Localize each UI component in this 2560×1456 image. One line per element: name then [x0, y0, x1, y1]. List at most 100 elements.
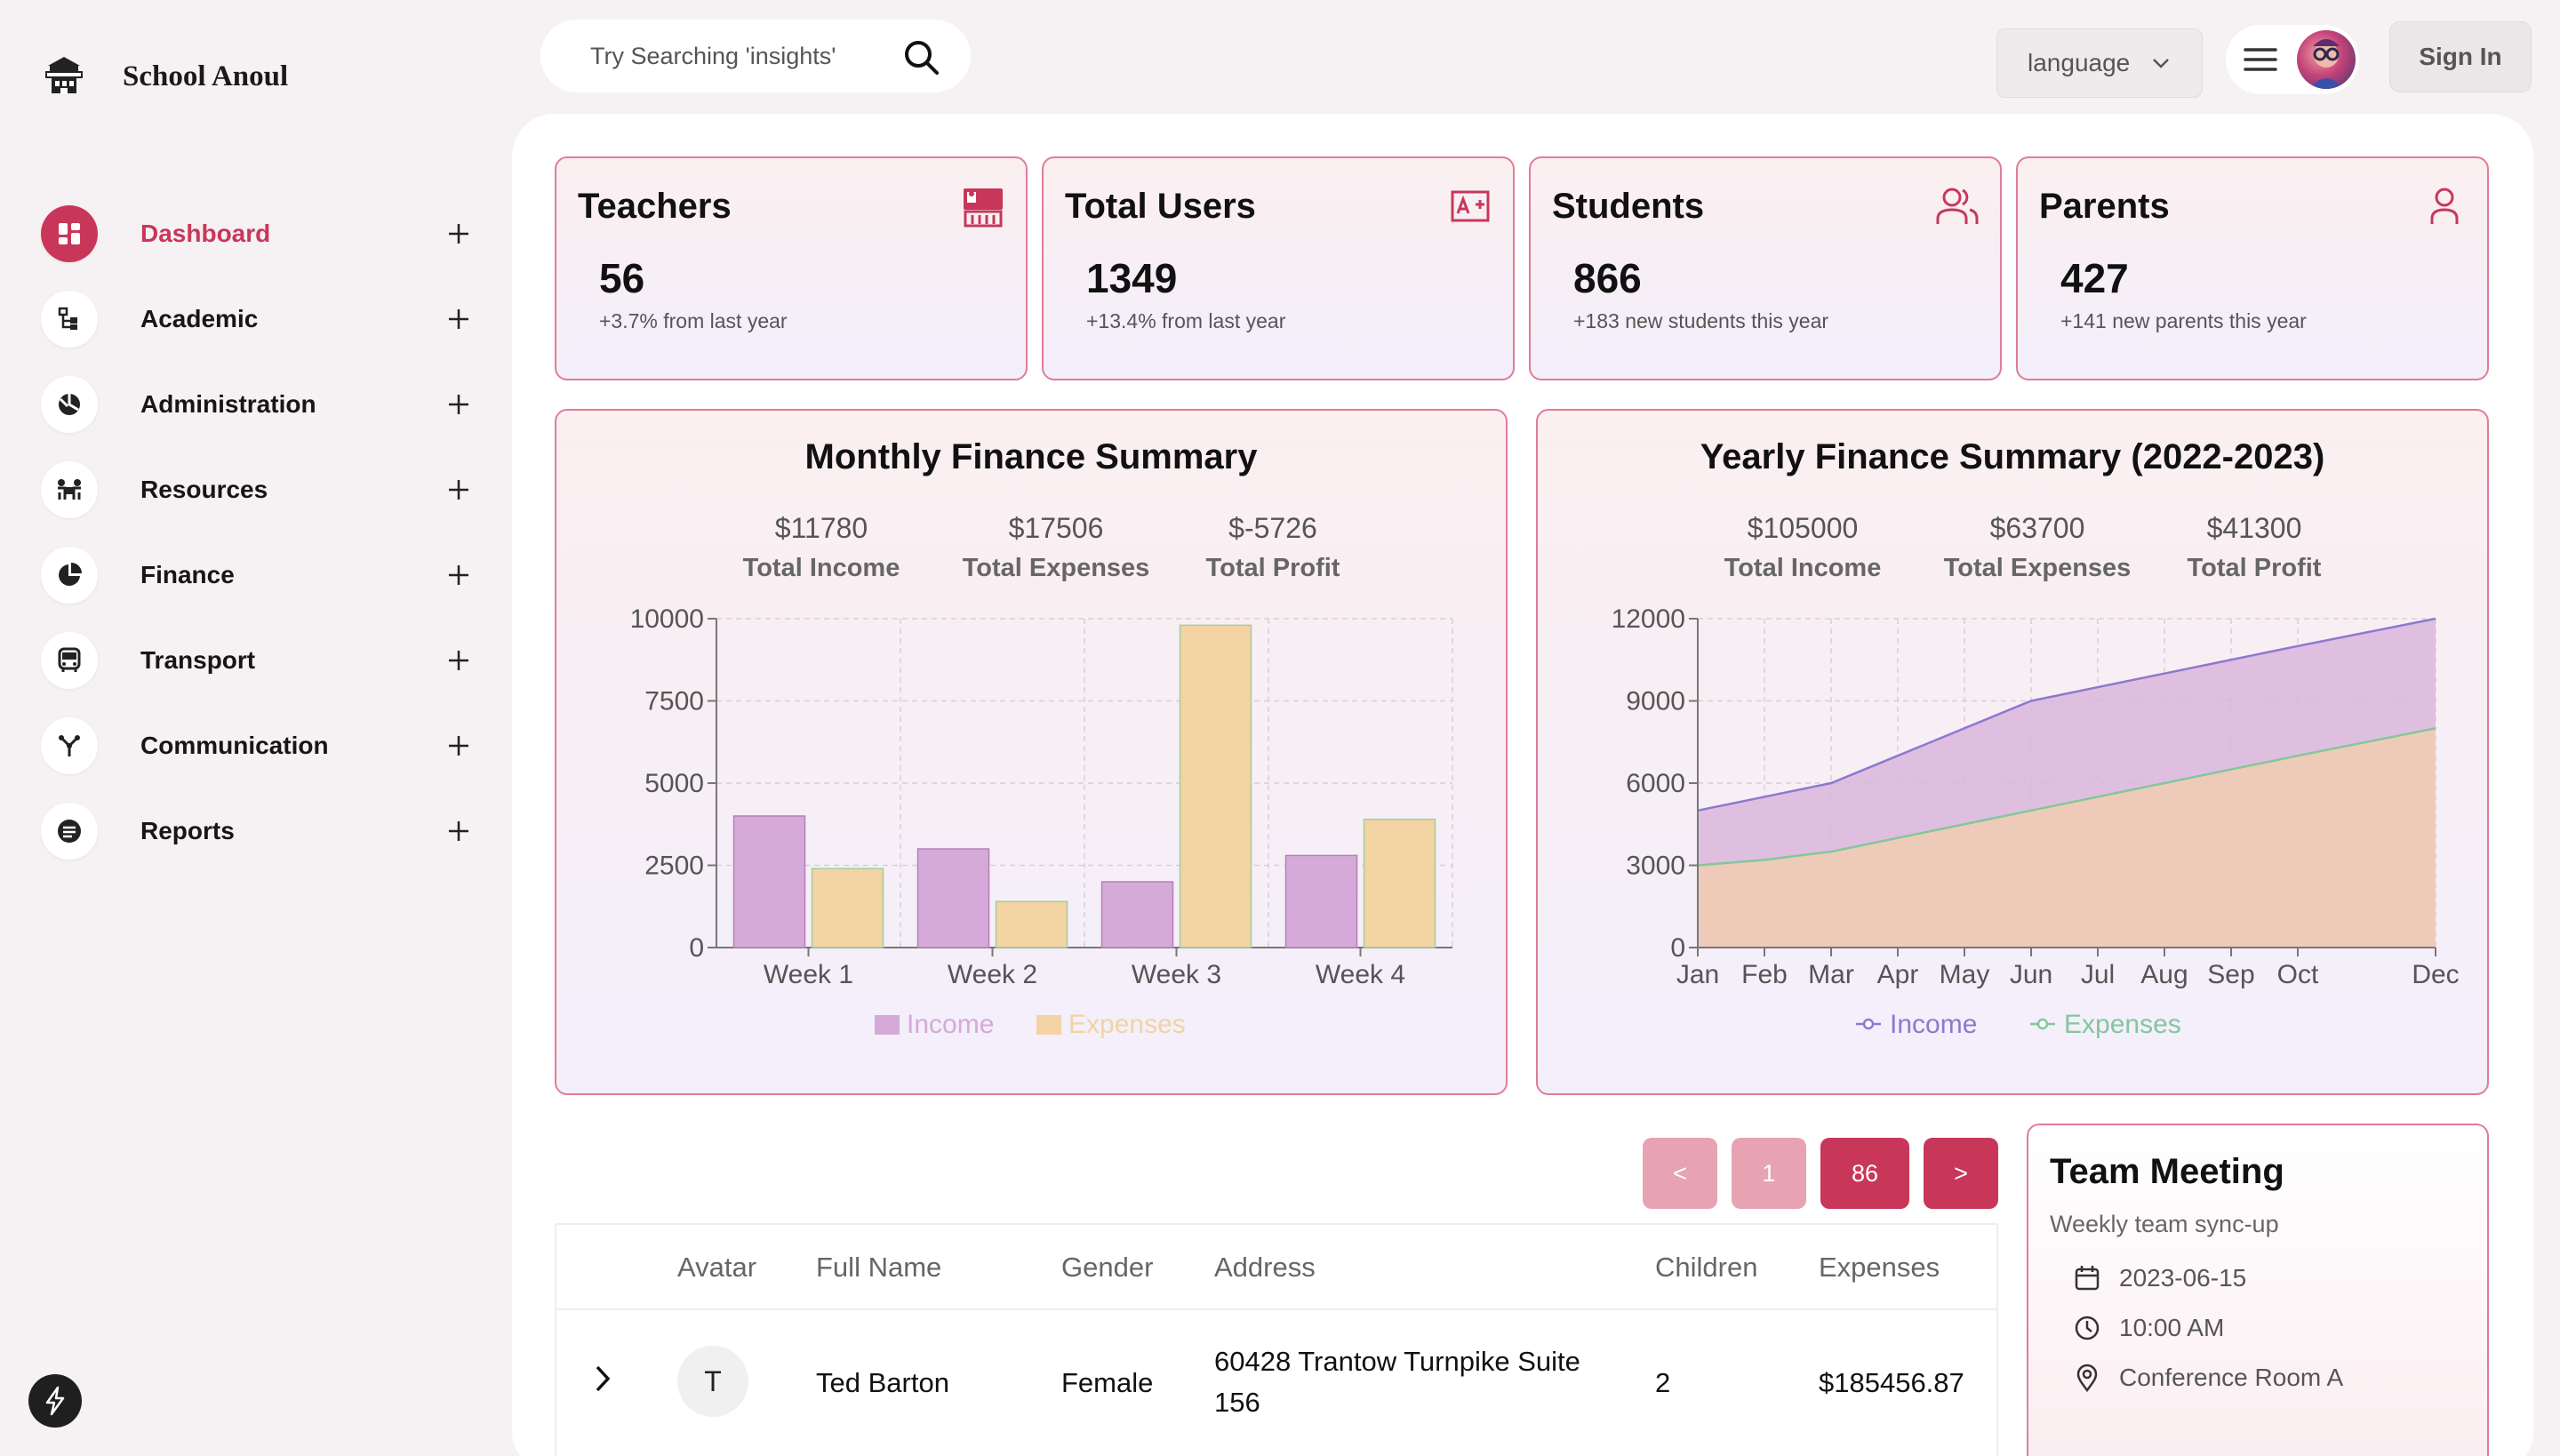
parents-table: Avatar Full Name Gender Address Children…: [555, 1223, 1998, 1456]
sidebar-item-administration[interactable]: Administration: [41, 362, 476, 447]
brand-name: School Anoul: [123, 60, 289, 92]
sidebar-item-reports[interactable]: Reports: [41, 788, 476, 874]
expand-plus-icon[interactable]: [441, 728, 476, 764]
user-menu[interactable]: [2226, 25, 2359, 94]
sidebar-item-label: Administration: [140, 390, 316, 418]
language-select[interactable]: language: [1996, 28, 2203, 98]
expand-plus-icon[interactable]: [441, 813, 476, 849]
column-header-full-name[interactable]: Full Name: [816, 1252, 941, 1284]
stat-card-total-users[interactable]: Total Users 1349 +13.4% from last year: [1042, 156, 1515, 380]
parent-icon: [2430, 188, 2459, 224]
legend-swatch: [875, 1015, 900, 1035]
y-tick-label: 7500: [644, 687, 704, 716]
stat-subtext: +3.7% from last year: [599, 309, 788, 332]
meeting-location: Conference Room A: [2073, 1364, 2343, 1392]
y-tick-label: 0: [689, 933, 704, 963]
dashboard-icon: [41, 205, 98, 262]
bar-expenses: [811, 868, 884, 948]
menu-icon[interactable]: [2244, 46, 2277, 73]
y-tick-label: 0: [1670, 933, 1685, 963]
search-bar[interactable]: [540, 20, 971, 92]
stat-subtext: +141 new parents this year: [2060, 309, 2307, 332]
column-header-children[interactable]: Children: [1655, 1252, 1757, 1284]
expand-plus-icon[interactable]: [441, 643, 476, 678]
search-input[interactable]: [590, 42, 892, 70]
sidebar-item-communication[interactable]: Communication: [41, 703, 476, 788]
meeting-subtitle: Weekly team sync-up: [2050, 1211, 2279, 1237]
sidebar-item-label: Academic: [140, 305, 259, 332]
sign-in-button[interactable]: Sign In: [2389, 21, 2532, 92]
cell-children: 2: [1655, 1367, 1671, 1398]
chevron-down-icon: [2153, 59, 2170, 68]
stat-value: 427: [2060, 255, 2129, 301]
sidebar-item-label: Resources: [140, 476, 268, 503]
expand-plus-icon[interactable]: [441, 216, 476, 252]
column-header-expenses[interactable]: Expenses: [1819, 1252, 1940, 1284]
cell-address-line1: 60428 Trantow Turnpike Suite: [1214, 1346, 1580, 1377]
legend-label: Expenses: [1068, 1010, 1186, 1039]
x-tick-label: Aug: [2140, 960, 2188, 989]
cell-full-name: Ted Barton: [816, 1367, 949, 1398]
bar-income: [1100, 881, 1174, 948]
stat-title: Students: [1552, 187, 1705, 226]
clock-icon: [2075, 1316, 2100, 1340]
page-1-button[interactable]: 1: [1732, 1138, 1806, 1209]
bus-icon: [41, 632, 98, 689]
stat-subtext: +13.4% from last year: [1086, 309, 1286, 332]
x-tick-label: Jul: [2081, 960, 2115, 989]
expand-plus-icon[interactable]: [441, 301, 476, 337]
expand-plus-icon[interactable]: [441, 387, 476, 422]
stat-card-parents[interactable]: Parents 427 +141 new parents this year: [2016, 156, 2489, 380]
y-tick-label: 6000: [1626, 769, 1685, 798]
expand-plus-icon[interactable]: [441, 557, 476, 593]
column-header-address[interactable]: Address: [1214, 1252, 1316, 1284]
cell-address-line2: 156: [1214, 1387, 1260, 1418]
x-tick-label: Jun: [2010, 960, 2052, 989]
y-tick-label: 9000: [1626, 687, 1685, 716]
sidebar-item-resources[interactable]: Resources: [41, 447, 476, 532]
legend-label: Income: [1890, 1010, 1977, 1039]
sidebar-item-academic[interactable]: Academic: [41, 276, 476, 362]
expand-plus-icon[interactable]: [441, 472, 476, 508]
column-header-avatar[interactable]: Avatar: [677, 1252, 756, 1284]
bolt-icon[interactable]: [28, 1374, 82, 1428]
bar-expenses: [995, 900, 1068, 948]
column-header-gender[interactable]: Gender: [1061, 1252, 1153, 1284]
meeting-location-text: Conference Room A: [2119, 1364, 2344, 1391]
next-page-button[interactable]: >: [1924, 1138, 1998, 1209]
sidebar-item-dashboard[interactable]: Dashboard: [41, 191, 476, 276]
sidebar-item-label: Finance: [140, 561, 235, 588]
bar-expenses: [1179, 624, 1252, 948]
brand-logo[interactable]: School Anoul: [41, 53, 288, 100]
cell-expenses: $185456.87: [1819, 1367, 1964, 1398]
language-label: language: [2028, 49, 2131, 76]
sidebar-nav: Dashboard Academic Administration Resour…: [41, 191, 476, 874]
finance-icon: [41, 547, 98, 604]
team-meeting-card[interactable]: Team Meeting Weekly team sync-up 2023-06…: [2027, 1124, 2489, 1456]
legend-marker: [2036, 1018, 2049, 1030]
x-tick-label: Oct: [2277, 960, 2319, 989]
reports-icon: [41, 803, 98, 860]
x-tick-label: Sep: [2207, 960, 2254, 989]
x-tick-label: Week 3: [1132, 960, 1221, 989]
teacher-icon: [964, 188, 1003, 228]
monthly-finance-card: Monthly Finance Summary $11780 Total Inc…: [555, 409, 1508, 1095]
x-tick-label: Week 2: [948, 960, 1037, 989]
sidebar-item-label: Dashboard: [140, 220, 271, 247]
avatar[interactable]: [2297, 30, 2356, 89]
sidebar-item-finance[interactable]: Finance: [41, 532, 476, 618]
page-86-button[interactable]: 86: [1820, 1138, 1909, 1209]
chevron-right-icon[interactable]: [592, 1364, 613, 1394]
search-icon[interactable]: [901, 37, 940, 76]
stat-card-teachers[interactable]: Teachers 56 +3.7% from last year: [555, 156, 1028, 380]
sidebar-item-label: Communication: [140, 732, 329, 759]
sidebar-item-transport[interactable]: Transport: [41, 618, 476, 703]
bar-income: [732, 815, 806, 948]
grade-icon: [1451, 190, 1490, 222]
prev-page-button[interactable]: <: [1643, 1138, 1717, 1209]
x-tick-label: Dec: [2412, 960, 2459, 989]
monthly-bar-chart: 0 2500 5000 7500 10000 Week 1 Week 2 Week 3 Week…: [630, 604, 1453, 1039]
stat-title: Parents: [2039, 187, 2170, 226]
stat-card-students[interactable]: Students 866 +183 new students this year: [1529, 156, 2002, 380]
communication-icon: [41, 717, 98, 774]
